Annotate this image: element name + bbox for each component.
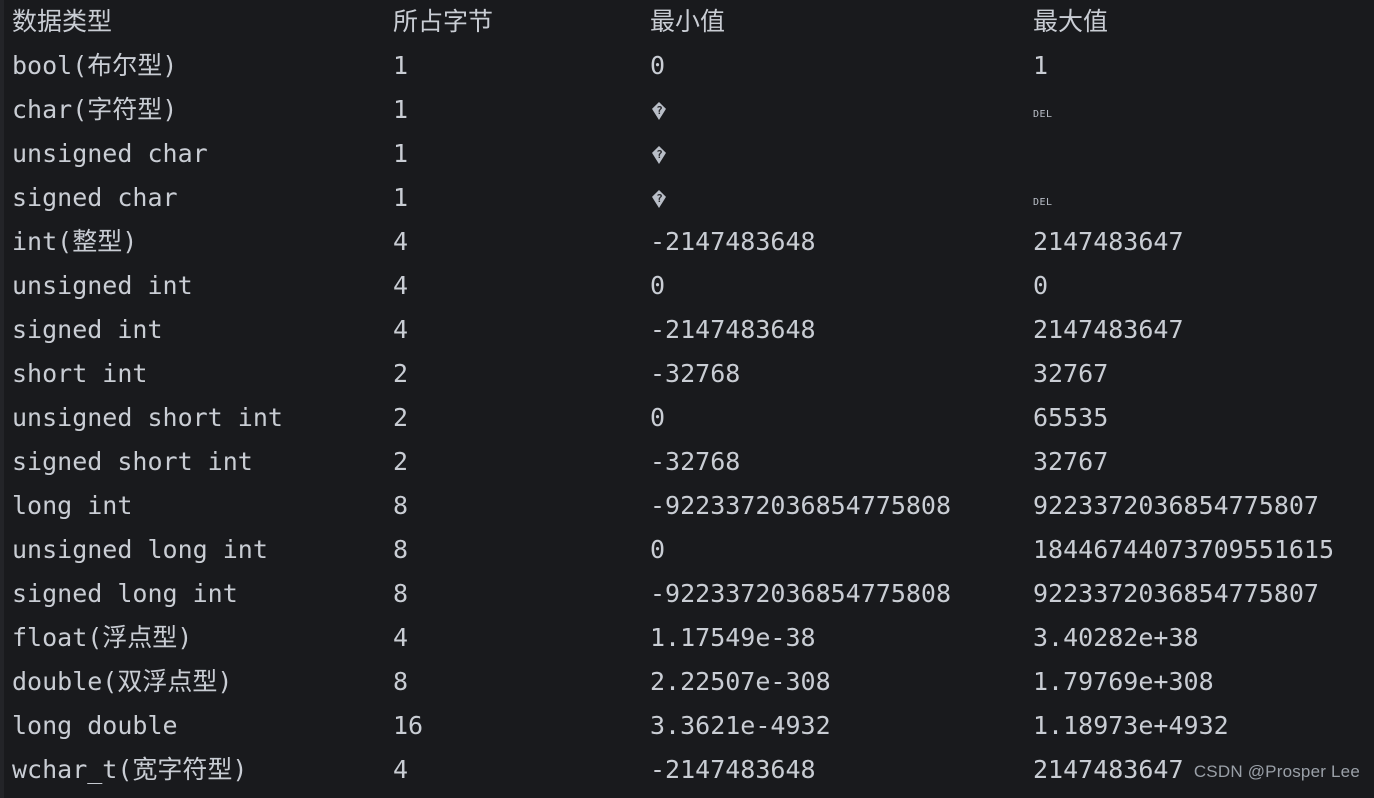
cell-max-value: 2147483647 bbox=[1033, 755, 1184, 784]
cell-max-value: 65535 bbox=[1033, 403, 1109, 432]
column-header-bytes: 所占字节 bbox=[393, 7, 494, 36]
cell-min-value: 0 bbox=[650, 51, 666, 80]
cell-data-type: signed short int bbox=[12, 447, 253, 476]
table-row: signed short int 2 -32768 32767 bbox=[0, 440, 1374, 484]
cell-bytes: 2 bbox=[393, 403, 409, 432]
cell-min-value: ? bbox=[650, 88, 669, 132]
cell-data-type: signed int bbox=[12, 315, 163, 344]
cell-max-value: 2147483647 bbox=[1033, 315, 1184, 344]
terminal-output-panel: 数据类型 所占字节 最小值 最大值 bool(布尔型) 1 0 1 char(字符型) 1… bbox=[0, 0, 1374, 798]
cell-data-type: long int bbox=[12, 491, 133, 520]
cell-min-value: 1.17549e-38 bbox=[650, 623, 816, 652]
cell-bytes: 4 bbox=[393, 623, 409, 652]
cell-bytes: 8 bbox=[393, 667, 409, 696]
cell-data-type: unsigned short int bbox=[12, 403, 283, 432]
cell-min-value: -2147483648 bbox=[650, 227, 816, 256]
cell-max-value: DEL bbox=[1033, 176, 1053, 225]
replacement-character-icon: ? bbox=[650, 143, 669, 167]
cell-bytes: 1 bbox=[393, 95, 409, 124]
cell-data-type: wchar_t(宽字符型) bbox=[12, 755, 248, 784]
cell-min-value: -9223372036854775808 bbox=[650, 579, 952, 608]
replacement-character-icon: ? bbox=[650, 187, 669, 211]
cell-max-value: 9223372036854775807 bbox=[1033, 491, 1319, 520]
cell-bytes: 8 bbox=[393, 491, 409, 520]
table-row: signed int 4 -2147483648 2147483647 bbox=[0, 308, 1374, 352]
cell-data-type: bool(布尔型) bbox=[12, 51, 178, 80]
cell-bytes: 4 bbox=[393, 271, 409, 300]
cell-bytes: 4 bbox=[393, 315, 409, 344]
cell-bytes: 8 bbox=[393, 535, 409, 564]
cell-min-value: 0 bbox=[650, 271, 666, 300]
cell-max-value: 1 bbox=[1033, 51, 1049, 80]
table-body: bool(布尔型) 1 0 1 char(字符型) 1? DEL unsigned char 1… bbox=[0, 44, 1374, 792]
column-header-max-value: 最大值 bbox=[1033, 7, 1109, 36]
table-row: signed char 1? DEL bbox=[0, 176, 1374, 220]
cell-min-value: -32768 bbox=[650, 359, 741, 388]
replacement-character-icon: ? bbox=[650, 99, 669, 123]
cell-bytes: 2 bbox=[393, 359, 409, 388]
cell-data-type: unsigned char bbox=[12, 139, 208, 168]
table-row: unsigned short int 2 0 65535 bbox=[0, 396, 1374, 440]
delete-control-picture-icon: DEL bbox=[1033, 197, 1053, 208]
cell-data-type: float(浮点型) bbox=[12, 623, 193, 652]
cell-data-type: long double bbox=[12, 711, 178, 740]
cell-bytes: 16 bbox=[393, 711, 424, 740]
cell-max-value: 1.79769e+308 bbox=[1033, 667, 1214, 696]
cell-min-value: -2147483648 bbox=[650, 755, 816, 784]
cell-bytes: 2 bbox=[393, 447, 409, 476]
cell-max-value: 1.18973e+4932 bbox=[1033, 711, 1229, 740]
table-row: long int 8 -9223372036854775808 92233720368… bbox=[0, 484, 1374, 528]
cell-min-value: 3.3621e-4932 bbox=[650, 711, 831, 740]
cell-min-value: 0 bbox=[650, 535, 666, 564]
cell-bytes: 4 bbox=[393, 227, 409, 256]
table-header-row: 数据类型 所占字节 最小值 最大值 bbox=[0, 0, 1374, 44]
table-row: char(字符型) 1? DEL bbox=[0, 88, 1374, 132]
cell-bytes: 8 bbox=[393, 579, 409, 608]
cell-data-type: double(双浮点型) bbox=[12, 667, 233, 696]
table-row: int(整型) 4 -2147483648 2147483647 bbox=[0, 220, 1374, 264]
delete-control-picture-icon: DEL bbox=[1033, 109, 1053, 120]
cell-max-value: 18446744073709551615 bbox=[1033, 535, 1335, 564]
table-row: long double 16 3.3621e-4932 1.18973e+4932 bbox=[0, 704, 1374, 748]
cell-min-value: ? bbox=[650, 132, 669, 176]
column-header-data-type: 数据类型 bbox=[12, 7, 113, 36]
cell-bytes: 1 bbox=[393, 183, 409, 212]
table-row: short int 2 -32768 32767 bbox=[0, 352, 1374, 396]
cell-max-value: 2147483647 bbox=[1033, 227, 1184, 256]
table-row: signed long int 8 -9223372036854775808 9223… bbox=[0, 572, 1374, 616]
column-header-min-value: 最小值 bbox=[650, 7, 726, 36]
table-row: unsigned char 1? bbox=[0, 132, 1374, 176]
cell-min-value: -2147483648 bbox=[650, 315, 816, 344]
cell-max-value: 0 bbox=[1033, 271, 1049, 300]
table-row: unsigned int 4 0 0 bbox=[0, 264, 1374, 308]
cell-data-type: signed char bbox=[12, 183, 178, 212]
cell-max-value: 9223372036854775807 bbox=[1033, 579, 1319, 608]
cell-max-value: 32767 bbox=[1033, 359, 1109, 388]
table-row: bool(布尔型) 1 0 1 bbox=[0, 44, 1374, 88]
cell-data-type: signed long int bbox=[12, 579, 238, 608]
cell-bytes: 4 bbox=[393, 755, 409, 784]
cell-data-type: short int bbox=[12, 359, 148, 388]
table-row: wchar_t(宽字符型) 4 -2147483648 2147483647 bbox=[0, 748, 1374, 792]
csdn-watermark: CSDN @Prosper Lee bbox=[1193, 762, 1360, 781]
cell-data-type: unsigned int bbox=[12, 271, 193, 300]
cell-bytes: 1 bbox=[393, 139, 409, 168]
cell-bytes: 1 bbox=[393, 51, 409, 80]
cell-min-value: ? bbox=[650, 176, 669, 220]
cell-min-value: -9223372036854775808 bbox=[650, 491, 952, 520]
table-row: float(浮点型) 4 1.17549e-38 3.40282e+38 bbox=[0, 616, 1374, 660]
cell-data-type: int(整型) bbox=[12, 227, 138, 256]
cell-data-type: unsigned long int bbox=[12, 535, 268, 564]
cell-max-value: 32767 bbox=[1033, 447, 1109, 476]
cell-max-value: DEL bbox=[1033, 88, 1053, 137]
cell-min-value: 2.22507e-308 bbox=[650, 667, 831, 696]
cell-max-value: 3.40282e+38 bbox=[1033, 623, 1199, 652]
cell-min-value: -32768 bbox=[650, 447, 741, 476]
cell-data-type: char(字符型) bbox=[12, 95, 178, 124]
table-row: double(双浮点型) 8 2.22507e-308 1.79769e+308 bbox=[0, 660, 1374, 704]
cell-min-value: 0 bbox=[650, 403, 666, 432]
table-row: unsigned long int 8 0 18446744073709551615 bbox=[0, 528, 1374, 572]
